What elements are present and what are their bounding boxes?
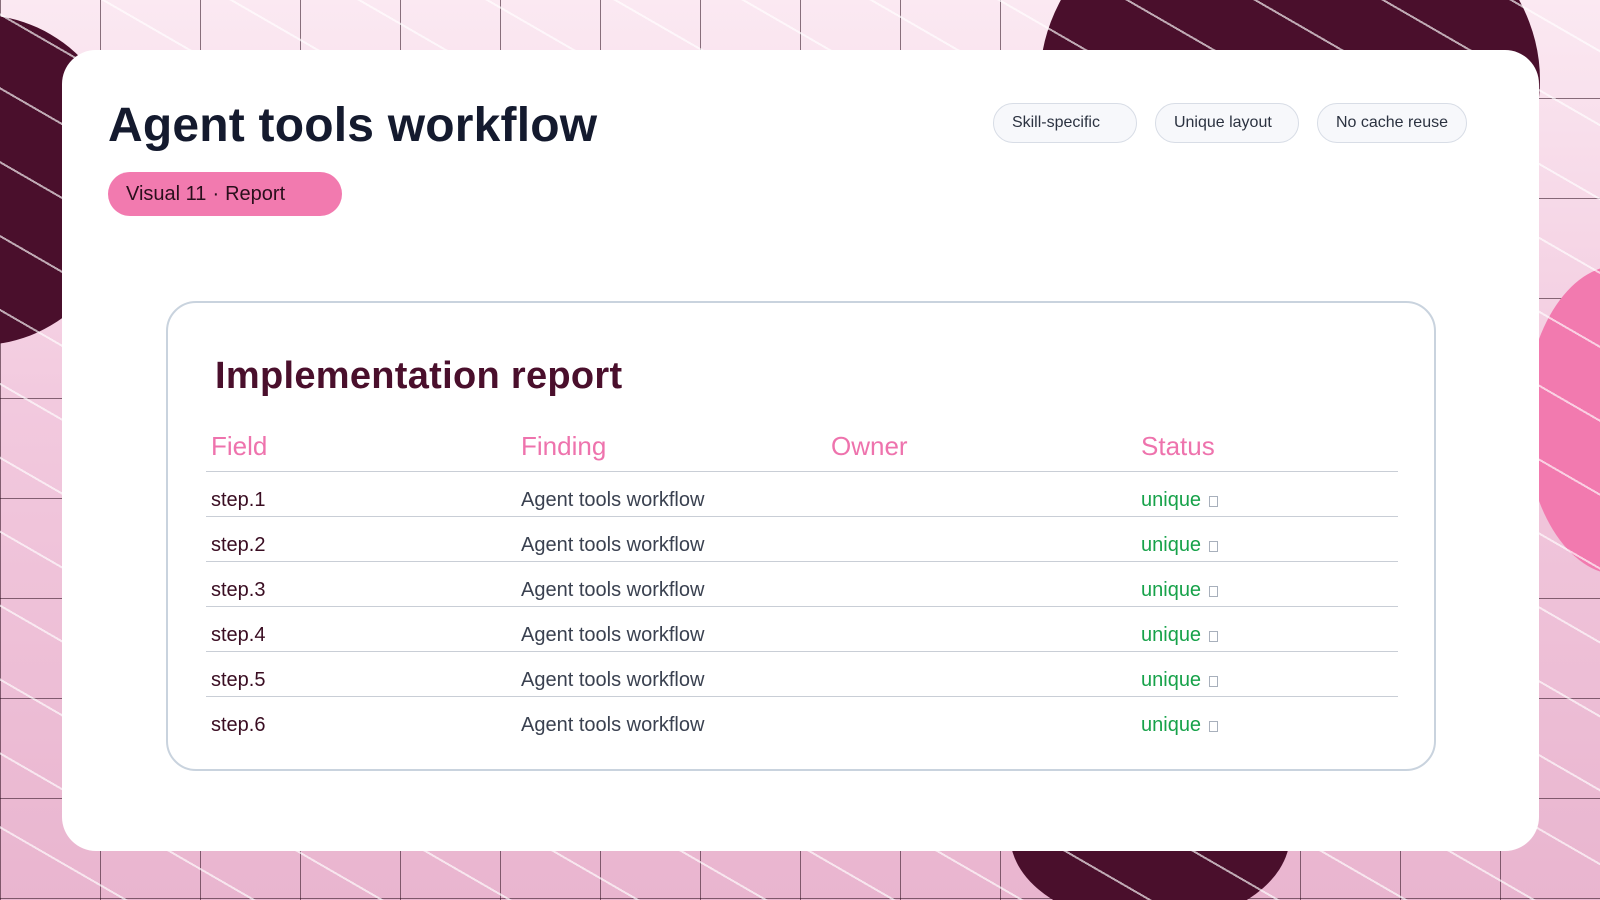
- cell-finding: Agent tools workflow: [521, 624, 705, 646]
- cell-status: unique: [1136, 669, 1398, 696]
- column-header-finding: Finding: [521, 430, 607, 461]
- square-outline-icon: [1209, 541, 1219, 552]
- table-row: step.5 Agent tools workflow unique: [206, 652, 1398, 697]
- square-outline-icon: [1209, 676, 1219, 687]
- column-header-owner: Owner: [831, 430, 908, 461]
- cell-status: unique: [1136, 534, 1398, 561]
- cell-finding: Agent tools workflow: [521, 714, 705, 736]
- tag-no-cache-reuse[interactable]: No cache reuse: [1316, 103, 1467, 143]
- cell-finding: Agent tools workflow: [521, 489, 705, 511]
- cell-field: step.6: [211, 714, 266, 736]
- square-outline-icon: [1209, 586, 1219, 597]
- status-text: unique: [1141, 714, 1202, 736]
- cell-finding: Agent tools workflow: [521, 534, 705, 556]
- visual-badge-type: Report: [225, 182, 286, 205]
- cell-status: unique: [1136, 489, 1398, 516]
- table-row: step.1 Agent tools workflow unique: [206, 472, 1398, 517]
- status-text: unique: [1141, 489, 1202, 511]
- cell-status: unique: [1136, 579, 1398, 606]
- table-header: Field Finding Owner Status: [206, 421, 1398, 472]
- cell-field: step.5: [211, 669, 266, 691]
- cell-owner: [826, 557, 1136, 561]
- table-row: step.6 Agent tools workflow unique: [206, 697, 1398, 741]
- report-table: Field Finding Owner Status step.1 Agent …: [206, 421, 1398, 741]
- square-outline-icon: [1209, 631, 1219, 642]
- column-header-status: Status: [1141, 430, 1215, 461]
- cell-owner: [826, 602, 1136, 606]
- report-panel: Implementation report Field Finding Owne…: [166, 301, 1436, 771]
- cell-field: step.2: [211, 534, 266, 556]
- cell-field: step.3: [211, 579, 266, 601]
- status-text: unique: [1141, 534, 1202, 556]
- status-text: unique: [1141, 579, 1202, 601]
- report-title: Implementation report: [215, 355, 623, 397]
- table-row: step.3 Agent tools workflow unique: [206, 562, 1398, 607]
- square-outline-icon: [1209, 721, 1219, 732]
- visual-badge-separator: ·: [212, 182, 220, 205]
- tag-unique-layout[interactable]: Unique layout: [1154, 103, 1299, 143]
- cell-finding: Agent tools workflow: [521, 669, 705, 691]
- cell-field: step.1: [211, 489, 266, 511]
- table-row: step.2 Agent tools workflow unique: [206, 517, 1398, 562]
- cell-field: step.4: [211, 624, 266, 646]
- square-outline-icon: [1209, 496, 1219, 507]
- column-header-field: Field: [211, 430, 268, 461]
- page-title: Agent tools workflow: [108, 99, 598, 152]
- tag-list: Skill-specific Unique layout No cache re…: [992, 103, 1467, 143]
- cell-owner: [826, 647, 1136, 651]
- cell-owner: [826, 512, 1136, 516]
- table-row: step.4 Agent tools workflow unique: [206, 607, 1398, 652]
- tag-skill-specific[interactable]: Skill-specific: [992, 103, 1137, 143]
- cell-finding: Agent tools workflow: [521, 579, 705, 601]
- cell-owner: [826, 737, 1136, 741]
- status-text: unique: [1141, 669, 1202, 691]
- status-text: unique: [1141, 624, 1202, 646]
- main-card: Agent tools workflow Visual 11 · Report …: [62, 50, 1539, 851]
- cell-owner: [826, 692, 1136, 696]
- cell-status: unique: [1136, 714, 1398, 741]
- visual-badge: Visual 11 · Report: [108, 172, 342, 216]
- cell-status: unique: [1136, 624, 1398, 651]
- visual-badge-label: Visual 11: [126, 182, 207, 205]
